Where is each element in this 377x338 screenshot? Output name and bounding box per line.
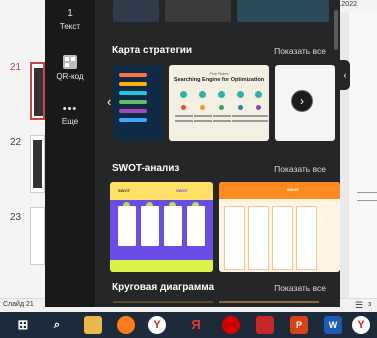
template-thumbnail[interactable] [165,0,231,22]
collapse-panel-button[interactable]: ‹ [340,60,350,90]
yandex-browser-icon[interactable]: Y [352,316,370,334]
template-thumbnail[interactable] [113,0,159,22]
slide-thumbnail[interactable] [30,62,45,120]
slide-thumbnails: 21 22 23 [0,12,45,307]
text-icon: 1 [67,8,73,19]
rail-item-label: Текст [59,22,81,31]
yandex-icon[interactable]: Я [187,316,205,334]
carousel-next-button[interactable]: › [320,214,324,229]
template-card-edge [113,301,213,303]
notes-label-icon[interactable]: з [368,301,371,308]
rail-item-qr[interactable]: QR-код [45,55,95,81]
taskbar: ⊞ ⌕ Y Я P W Y [0,312,377,338]
notes-icon[interactable]: ☰ [355,300,363,311]
template-title: Searching Engine for Optimization [173,77,265,83]
search-icon[interactable]: ⌕ [48,316,66,334]
rail-item-label: Еще [61,117,79,126]
section-title: Карта стратегии [112,45,193,56]
previous-templates-row [113,0,329,22]
slide-thumbnail[interactable] [30,135,45,193]
carousel-prev-button[interactable]: ‹ [107,94,111,109]
panel-scrollbar[interactable] [334,10,338,50]
acrobat-icon[interactable] [256,316,274,334]
screen: 07.04.2022 21 22 23 Слайд 21 ☰ з 1 Текст… [0,0,377,338]
show-all-link[interactable]: Показать все [274,283,326,293]
template-card[interactable] [113,65,163,141]
slide-number: 23 [10,212,22,223]
template-card-edge [219,301,319,303]
section-title: SWOT-анализ [112,163,180,174]
slide-number: 22 [10,137,22,148]
slide-status: Слайд 21 [3,301,34,308]
rail-item-label: QR-код [56,72,84,81]
carousel-next-button[interactable]: › [291,90,313,112]
templates-panel: Карта стратегии Показать все ‹ Five Rule… [95,0,340,307]
opera-icon[interactable] [222,316,240,334]
show-all-link[interactable]: Показать все [274,164,326,174]
rail-item-text[interactable]: 1 Текст [45,8,95,31]
slide-thumbnail[interactable] [30,207,45,265]
section-title: Круговая диаграмма [112,282,215,293]
side-rail: 1 Текст QR-код ••• Еще [45,0,95,307]
template-kicker: Five Rules [209,71,229,76]
more-icon: ••• [62,103,78,115]
slide-canvas-edge [349,12,377,298]
yandex-browser-icon[interactable]: Y [148,316,166,334]
qr-code-icon [63,55,77,69]
firefox-icon[interactable] [117,316,135,334]
template-thumbnail[interactable] [237,0,329,22]
file-explorer-icon[interactable] [84,316,102,334]
windows-start-icon[interactable]: ⊞ [14,316,32,334]
show-all-link[interactable]: Показать все [274,46,326,56]
template-card[interactable]: SWOT SWOT [110,182,213,272]
powerpoint-icon[interactable]: P [290,316,308,334]
rail-item-more[interactable]: ••• Еще [45,103,95,126]
template-label: SWOT [118,188,130,193]
word-icon[interactable]: W [324,316,342,334]
slide-number: 21 [10,62,22,73]
template-label: SWOT [176,188,188,193]
template-label: SWOT [287,187,299,192]
template-card[interactable]: Five Rules Searching Engine for Optimiza… [169,65,269,141]
